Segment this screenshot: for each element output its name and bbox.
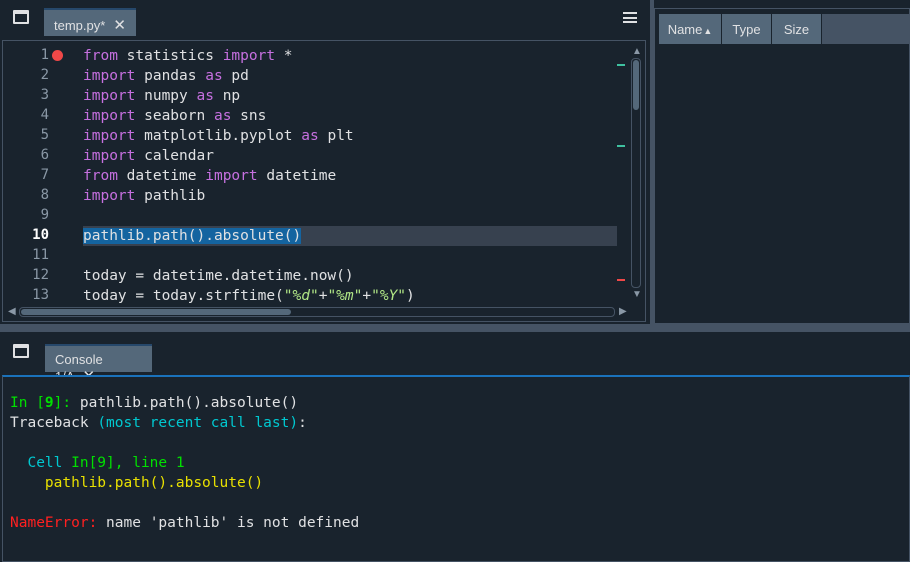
tab-temp-py[interactable]: temp.py* ✕ — [44, 8, 136, 36]
line-number: 9 — [40, 207, 49, 223]
code-line: import calendar — [83, 148, 214, 164]
horizontal-splitter[interactable] — [0, 324, 910, 332]
close-icon[interactable]: ✕ — [113, 17, 126, 34]
line-number-current: 10 — [32, 227, 49, 243]
scroll-up-icon[interactable]: ▲ — [632, 46, 642, 57]
code-marker — [617, 145, 625, 147]
traceback-cell-line: Cell In[9], line 1 — [10, 455, 185, 471]
code-line: import pathlib — [83, 188, 206, 204]
line-number: 6 — [40, 147, 49, 163]
code-line: from statistics import * — [83, 48, 293, 64]
code-editor[interactable]: 1 2 3 4 5 6 7 8 9 10 11 12 13 from stati… — [2, 40, 646, 322]
code-line: from datetime import datetime — [83, 168, 337, 184]
variable-explorer: Name▲ Type Size — [654, 8, 910, 324]
sort-up-icon: ▲ — [703, 26, 713, 36]
console-pane: Console 1/A✕ In [9]: pathlib.path().abso… — [0, 332, 910, 562]
horizontal-scroll-thumb[interactable] — [21, 309, 291, 315]
traceback-line: Traceback (most recent call last): — [10, 415, 307, 431]
scroll-down-icon[interactable]: ▼ — [632, 289, 642, 300]
tab-console[interactable]: Console 1/A✕ — [45, 344, 152, 385]
code-marker — [617, 64, 625, 66]
column-header-name[interactable]: Name▲ — [659, 14, 722, 44]
editor-pane: temp.py* ✕ 1 2 3 4 5 6 7 8 9 10 11 12 13 … — [0, 0, 650, 324]
line-number: 8 — [40, 187, 49, 203]
window-icon[interactable] — [13, 10, 29, 24]
column-header-filler — [822, 14, 910, 44]
tab-label: temp.py* — [54, 18, 106, 33]
line-number: 4 — [40, 107, 49, 123]
error-marker — [617, 279, 625, 281]
vertical-scroll-thumb[interactable] — [633, 60, 639, 110]
selection: pathlib.path().absolute() — [83, 228, 302, 244]
error-line: NameError: name 'pathlib' is not defined — [10, 515, 360, 531]
code-area[interactable]: from statistics import * import pandas a… — [83, 41, 617, 304]
breakpoint-icon[interactable] — [52, 50, 63, 61]
line-number: 5 — [40, 127, 49, 143]
column-header-type[interactable]: Type — [722, 14, 772, 44]
code-line: today = datetime.datetime.now() — [83, 268, 354, 284]
console-input-line: In [9]: pathlib.path().absolute() — [10, 395, 299, 411]
code-line: today = today.strftime("%d"+"%m"+"%Y") — [83, 288, 415, 304]
line-number: 12 — [32, 267, 49, 283]
window-icon[interactable] — [13, 344, 29, 358]
code-line: import matplotlib.pyplot as plt — [83, 128, 354, 144]
vertical-scrollbar[interactable] — [631, 58, 641, 288]
code-line: import seaborn as sns — [83, 108, 267, 124]
code-line-current: pathlib.path().absolute() — [83, 226, 617, 246]
options-menu-icon[interactable] — [623, 12, 637, 23]
line-number: 7 — [40, 167, 49, 183]
scroll-right-icon[interactable]: ▶ — [619, 306, 627, 317]
column-header-size[interactable]: Size — [772, 14, 822, 44]
line-number: 3 — [40, 87, 49, 103]
console-output[interactable]: In [9]: pathlib.path().absolute() Traceb… — [2, 375, 910, 562]
line-number: 1 — [40, 47, 49, 63]
code-line: import numpy as np — [83, 88, 241, 104]
scroll-left-icon[interactable]: ◀ — [8, 306, 16, 317]
line-number-gutter: 1 2 3 4 5 6 7 8 9 10 11 12 13 — [3, 41, 81, 303]
line-number: 11 — [32, 247, 49, 263]
line-number: 13 — [32, 287, 49, 303]
horizontal-scrollbar[interactable] — [19, 307, 615, 317]
traceback-code-line: pathlib.path().absolute() — [10, 475, 264, 491]
line-number: 2 — [40, 67, 49, 83]
code-line: import pandas as pd — [83, 68, 249, 84]
